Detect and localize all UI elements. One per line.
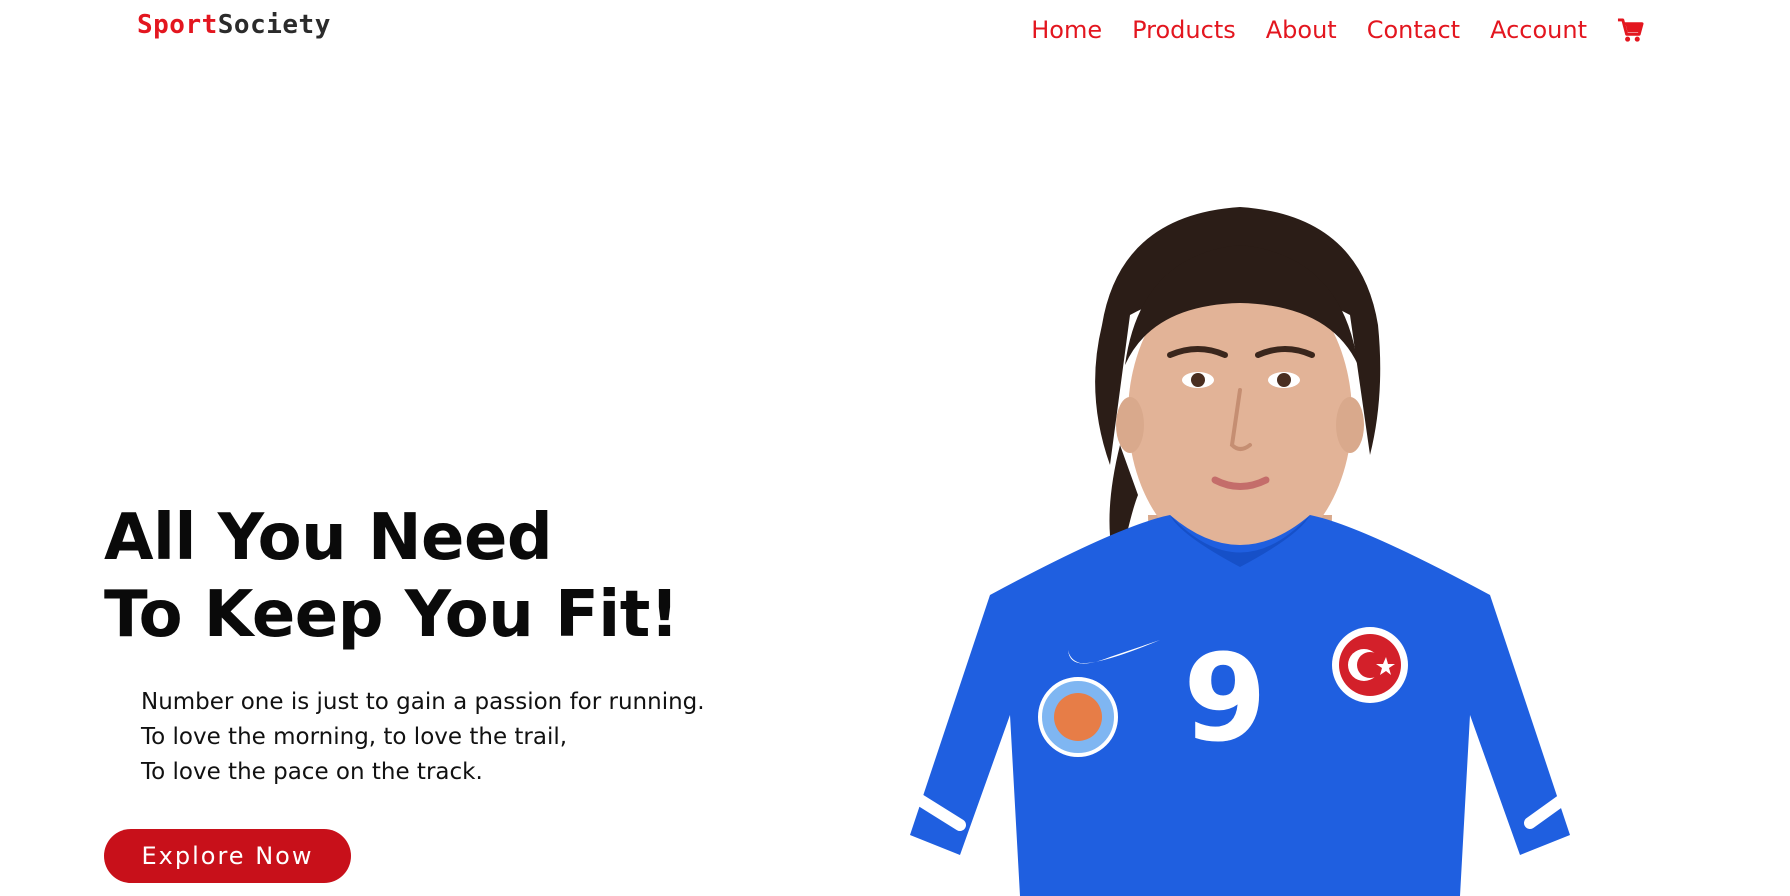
nav-contact-link[interactable]: Contact: [1367, 16, 1460, 44]
shopping-cart-icon[interactable]: [1617, 17, 1644, 44]
nav-products-link[interactable]: Products: [1132, 16, 1236, 44]
explore-now-button[interactable]: Explore Now: [104, 829, 351, 883]
jersey-number: 9: [1183, 630, 1267, 769]
logo[interactable]: SportSociety: [137, 10, 331, 40]
hero-title: All You Need To Keep You Fit!: [104, 500, 679, 654]
hero-description-line-1: Number one is just to gain a passion for…: [141, 689, 705, 715]
logo-accent-text: Sport: [137, 10, 218, 40]
main-nav: Home Products About Contact Account: [1031, 16, 1644, 44]
hero-description: Number one is just to gain a passion for…: [141, 685, 705, 790]
nav-about-link[interactable]: About: [1266, 16, 1337, 44]
hero-title-line-1: All You Need: [104, 501, 553, 575]
hero-description-line-2: To love the morning, to love the trail,: [141, 724, 568, 750]
hero-description-line-3: To love the pace on the track.: [141, 759, 483, 785]
hero-title-line-2: To Keep You Fit!: [104, 578, 679, 652]
nav-home-link[interactable]: Home: [1031, 16, 1102, 44]
logo-rest-text: Society: [217, 10, 331, 40]
hero-athlete-image: 9: [880, 195, 1600, 896]
nav-account-link[interactable]: Account: [1490, 16, 1587, 44]
